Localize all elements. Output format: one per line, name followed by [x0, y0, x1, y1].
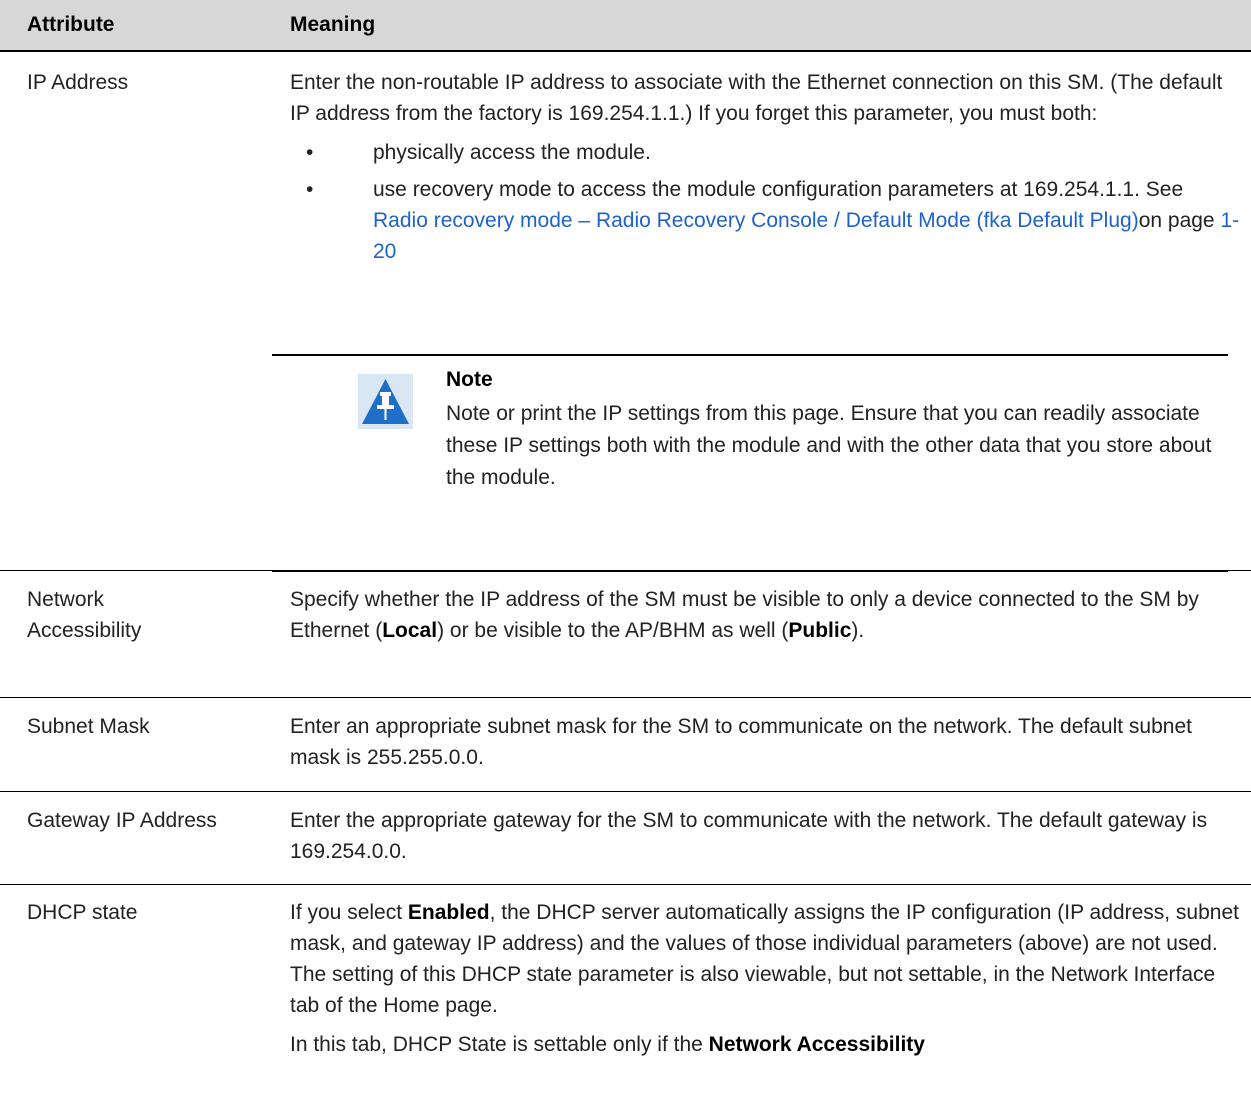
list-item: • use recovery mode to access the module …	[290, 174, 1240, 267]
row-divider	[0, 570, 1251, 571]
attribute-network-accessibility: Network Accessibility	[27, 588, 142, 642]
meaning-network-accessibility: Specify whether the IP address of the SM…	[290, 588, 1199, 642]
list-item: • physically access the module.	[290, 137, 1240, 168]
meaning-ip-address: Enter the non-routable IP address to ass…	[290, 67, 1240, 273]
header-meaning: Meaning	[290, 13, 376, 36]
attribute-ip-address: IP Address	[27, 71, 129, 94]
row-divider	[0, 791, 1251, 792]
note-body: Note or print the IP settings from this …	[446, 402, 1212, 489]
meaning-gateway: Enter the appropriate gateway for the SM…	[290, 809, 1208, 863]
meaning-dhcp-state: If you select Enabled, the DHCP server a…	[290, 897, 1240, 1060]
attribute-dhcp-state: DHCP state	[27, 901, 138, 924]
header-attribute: Attribute	[27, 13, 115, 36]
ip-address-intro: Enter the non-routable IP address to ass…	[290, 71, 1223, 125]
row-divider	[0, 697, 1251, 698]
attribute-subnet-mask: Subnet Mask	[27, 715, 150, 738]
bullet-dot: •	[306, 178, 314, 201]
note-box: Note Note or print the IP settings from …	[272, 354, 1228, 572]
meaning-subnet-mask: Enter an appropriate subnet mask for the…	[290, 715, 1192, 769]
pushpin-note-icon	[358, 374, 413, 429]
table-header: Attribute Meaning	[0, 0, 1251, 52]
dhcp-paragraph-1: If you select Enabled, the DHCP server a…	[290, 901, 1239, 1017]
attribute-gateway: Gateway IP Address	[27, 809, 217, 832]
ip-address-bullets: • physically access the module. • use reco…	[290, 137, 1240, 267]
row-divider	[0, 884, 1251, 885]
dhcp-paragraph-2: In this tab, DHCP State is settable only…	[290, 1033, 925, 1056]
radio-recovery-link[interactable]: Radio recovery mode – Radio Recovery Con…	[373, 209, 1139, 232]
bullet-dot: •	[306, 141, 314, 164]
note-title: Note	[446, 368, 493, 391]
